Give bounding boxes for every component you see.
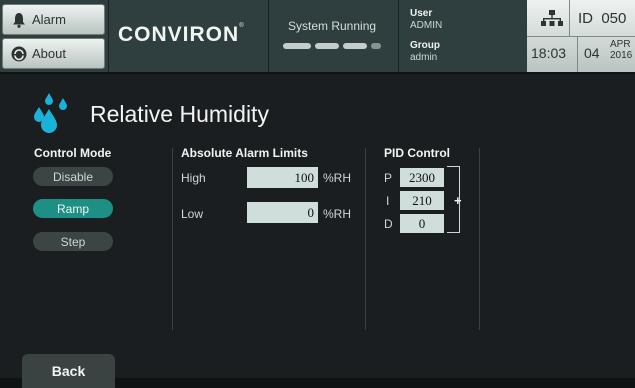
pid-expand-button[interactable]: + — [454, 193, 462, 208]
mode-step-button[interactable]: Step — [33, 232, 113, 251]
alarm-label: Alarm — [32, 12, 66, 27]
high-limit-label: High — [181, 171, 206, 185]
about-button[interactable]: About — [2, 38, 105, 69]
pid-p-input[interactable]: 2300 — [400, 168, 444, 187]
column-divider — [172, 148, 173, 330]
bell-icon — [11, 12, 27, 28]
pid-p-label: P — [384, 171, 393, 185]
high-limit-unit: %RH — [323, 171, 352, 185]
back-button[interactable]: Back — [22, 354, 115, 388]
mode-disable-button[interactable]: Disable — [33, 167, 113, 186]
low-limit-input[interactable]: 0 — [247, 202, 318, 223]
brand-logo: CONVIRON® — [118, 23, 245, 46]
conviron-logo-icon — [11, 46, 27, 62]
column-divider — [365, 148, 366, 330]
divider — [268, 0, 269, 72]
low-limit-unit: %RH — [323, 207, 352, 221]
clock-time: 18:03 — [531, 45, 567, 61]
system-status-text: System Running — [288, 19, 377, 33]
low-limit-label: Low — [181, 207, 204, 221]
mode-ramp-button[interactable]: Ramp — [33, 199, 113, 218]
divider — [108, 0, 109, 72]
pid-d-input[interactable]: 0 — [400, 214, 444, 233]
system-activity-indicator — [283, 40, 383, 52]
page-title: Relative Humidity — [90, 101, 269, 127]
device-id: ID 050 — [578, 10, 627, 27]
high-limit-input[interactable]: 100 — [247, 167, 318, 188]
pid-control-title: PID Control — [384, 146, 450, 160]
divider — [398, 0, 399, 72]
water-drops-icon — [30, 93, 78, 135]
device-info-panel: ID 050 18:03 04 APR 2016 — [527, 0, 635, 72]
pid-d-label: D — [384, 217, 393, 231]
about-label: About — [32, 46, 66, 61]
control-mode-title: Control Mode — [34, 146, 112, 160]
column-divider — [479, 148, 480, 330]
date-month-year: APR 2016 — [610, 39, 633, 61]
network-icon[interactable] — [541, 9, 563, 32]
alarm-limits-title: Absolute Alarm Limits — [181, 146, 308, 160]
user-info: User ADMIN — [410, 8, 443, 31]
group-info: Group admin — [410, 40, 440, 63]
pid-i-input[interactable]: 210 — [400, 191, 444, 210]
pid-i-label: I — [386, 194, 390, 208]
date-day: 04 — [584, 45, 600, 61]
alarm-button[interactable]: Alarm — [2, 4, 105, 35]
